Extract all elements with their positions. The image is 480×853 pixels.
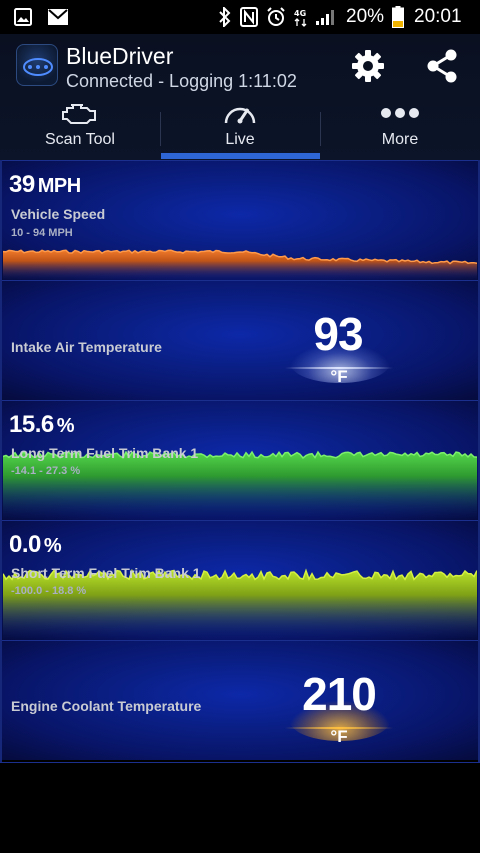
speed-label: Vehicle Speed (11, 206, 106, 222)
gauge-engine-coolant-temp[interactable]: Engine Coolant Temperature 210 °F (0, 640, 480, 760)
bluetooth-icon (218, 0, 232, 34)
active-tab-indicator (161, 153, 320, 159)
coolant-temp-value: 210 (302, 668, 377, 720)
battery-icon (392, 0, 404, 34)
status-bar: 4G 20% 20:01 (0, 0, 480, 34)
gauge-intake-air-temp[interactable]: Intake Air Temperature 93 °F (0, 280, 480, 400)
bluedriver-logo-icon (16, 44, 58, 86)
coolant-temp-label: Engine Coolant Temperature (11, 698, 202, 714)
image-icon (14, 0, 32, 34)
battery-percent: 20% (346, 6, 385, 27)
nfc-icon (240, 0, 258, 34)
stft-value: 0.0% (9, 531, 62, 558)
tab-label-scan-tool: Scan Tool (45, 131, 115, 148)
intake-air-temp-label: Intake Air Temperature (11, 339, 162, 355)
4g-icon: 4G (294, 0, 308, 34)
ltft-graph-area (3, 452, 477, 520)
divider (0, 762, 480, 763)
mail-icon (48, 0, 68, 34)
gear-icon (352, 50, 384, 82)
tab-more[interactable]: More (320, 94, 480, 160)
intake-air-temp-value: 93 (313, 308, 363, 360)
engine-icon (0, 98, 160, 128)
ltft-value: 15.6% (9, 411, 75, 438)
stft-label: Short Term Fuel Trim Bank 1 (11, 565, 201, 581)
connection-status: Connected - Logging 1:11:02 (66, 71, 297, 91)
ltft-range: -14.1 - 27.3 % (11, 465, 81, 477)
live-gauges: 39 MPH Vehicle Speed 10 - 94 MPH Intake A… (0, 160, 480, 762)
svg-text:4G: 4G (294, 9, 306, 18)
tab-label-more: More (381, 131, 419, 148)
speed-range: 10 - 94 MPH (11, 227, 73, 239)
share-icon (427, 49, 457, 83)
tab-scan-tool[interactable]: Scan Tool (0, 94, 160, 160)
intake-air-temp-unit: °F (330, 367, 348, 386)
speed-graph-area (3, 250, 477, 280)
gauge-frame (0, 160, 2, 762)
signal-icon (315, 0, 337, 34)
tab-label-live: Live (225, 131, 255, 148)
tab-live[interactable]: Live (160, 94, 320, 160)
tab-bar: Scan Tool Live More (0, 94, 480, 160)
more-dots-icon (320, 98, 480, 128)
gauge-short-term-fuel-trim[interactable]: 0.0% Short Term Fuel Trim Bank 1 -100.0 … (0, 520, 480, 640)
speedometer-icon (160, 98, 320, 128)
speed-value: 39 MPH (9, 171, 81, 198)
coolant-temp-unit: °F (330, 727, 348, 746)
ltft-label: Long Term Fuel Trim Bank 1 (11, 445, 199, 461)
share-button[interactable] (422, 46, 462, 86)
gauge-vehicle-speed[interactable]: 39 MPH Vehicle Speed 10 - 94 MPH (0, 160, 480, 280)
gauge-long-term-fuel-trim[interactable]: 15.6% Long Term Fuel Trim Bank 1 -14.1 -… (0, 400, 480, 520)
alarm-icon (266, 0, 286, 34)
settings-button[interactable] (348, 46, 388, 86)
app-title: BlueDriver (66, 43, 174, 69)
stft-range: -100.0 - 18.8 % (11, 585, 87, 597)
clock: 20:01 (414, 6, 462, 27)
app-header: BlueDriver Connected - Logging 1:11:02 S… (0, 34, 480, 160)
